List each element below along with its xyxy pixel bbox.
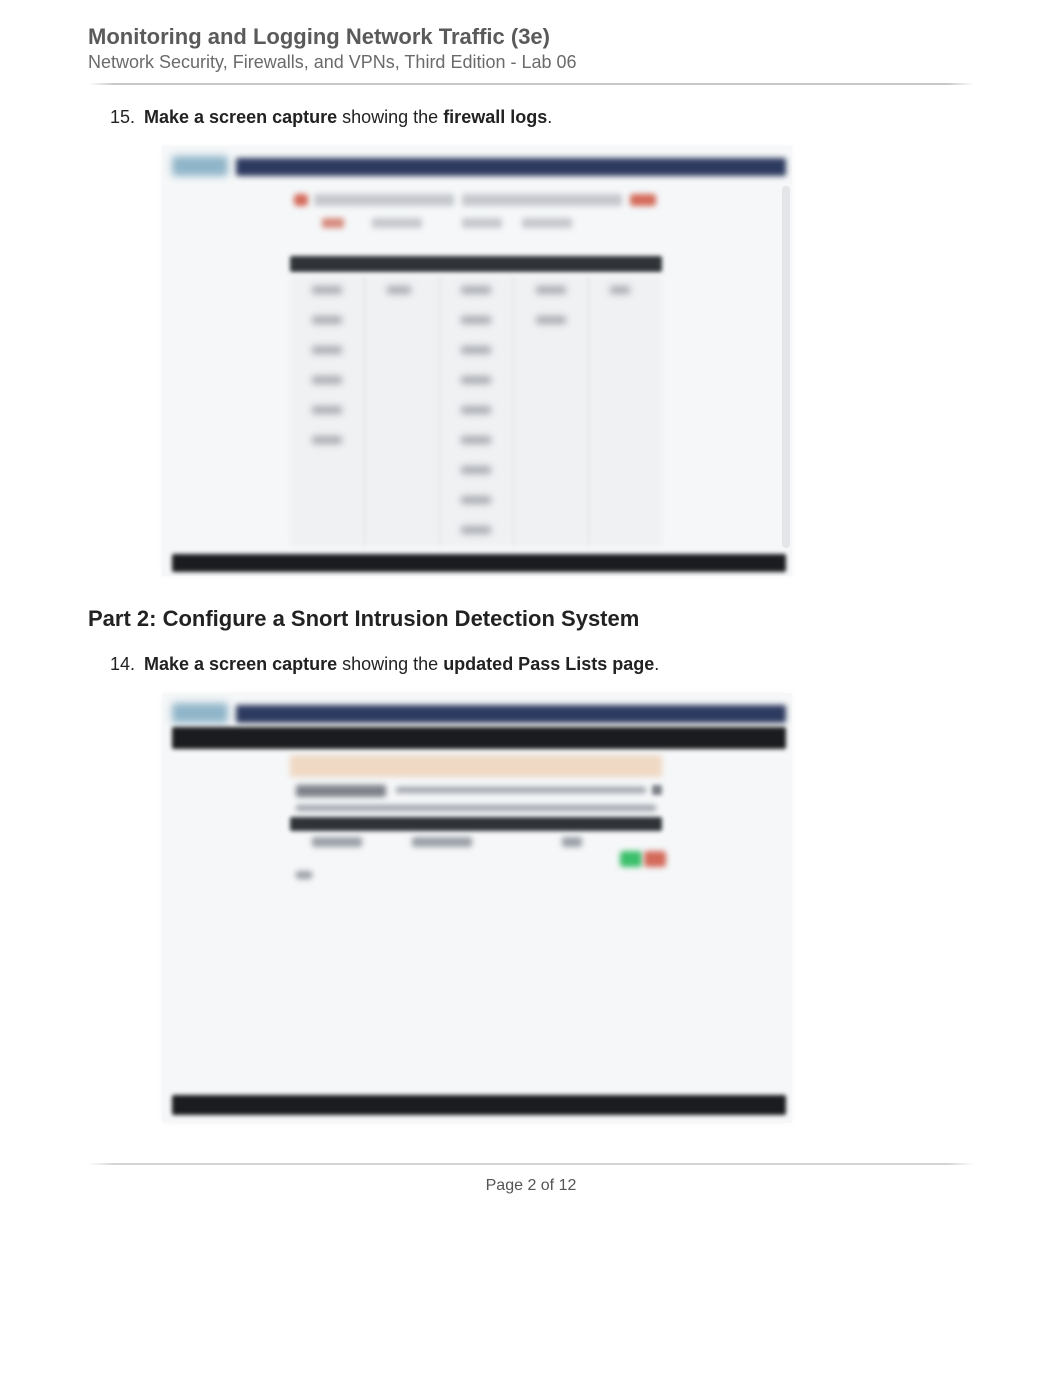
table-header	[290, 256, 662, 272]
blurred-text	[296, 871, 312, 879]
logo-icon	[172, 703, 228, 723]
table-body	[290, 276, 662, 546]
list-item-14: 14. Make a screen capture showing the up…	[88, 654, 974, 675]
table-cell	[312, 837, 362, 847]
red-badge	[294, 194, 308, 206]
bold-text: updated Pass Lists page	[443, 654, 654, 674]
delete-button-icon	[644, 851, 666, 867]
blurred-text	[314, 194, 454, 206]
list-number: 15.	[110, 107, 144, 128]
scrollbar	[782, 186, 790, 548]
footer-bar	[172, 554, 786, 572]
table-header	[290, 817, 662, 831]
nav-bar	[236, 705, 786, 723]
bold-text: Make a screen capture	[144, 107, 337, 127]
plain-text: showing the	[337, 107, 443, 127]
add-button-icon	[620, 851, 642, 867]
close-icon	[652, 785, 662, 795]
blurred-line	[396, 787, 646, 793]
notice-panel	[290, 755, 662, 777]
list-text: Make a screen capture showing the update…	[144, 654, 659, 675]
logo-icon	[172, 156, 228, 176]
screenshot-pass-lists	[162, 693, 792, 1123]
blurred-text	[522, 218, 572, 228]
footer-divider	[88, 1163, 974, 1165]
header-divider	[88, 83, 974, 85]
list-item-15: 15. Make a screen capture showing the fi…	[88, 107, 974, 128]
table-cell	[562, 837, 582, 847]
red-badge	[630, 194, 656, 206]
footer-bar	[172, 1095, 786, 1115]
table-cell	[412, 837, 472, 847]
blurred-text	[462, 194, 622, 206]
dark-row	[172, 727, 786, 749]
blurred-heading	[296, 785, 386, 797]
page-title: Monitoring and Logging Network Traffic (…	[88, 24, 974, 50]
list-number: 14.	[110, 654, 144, 675]
blurred-text	[372, 218, 422, 228]
plain-text: .	[547, 107, 552, 127]
screenshot-firewall-logs	[162, 146, 792, 576]
nav-bar	[236, 158, 786, 176]
section-heading-part2: Part 2: Configure a Snort Intrusion Dete…	[88, 606, 974, 632]
document-page: Monitoring and Logging Network Traffic (…	[0, 24, 1062, 1195]
page-number: Page 2 of 12	[88, 1177, 974, 1195]
bold-text: firewall logs	[443, 107, 547, 127]
list-text: Make a screen capture showing the firewa…	[144, 107, 552, 128]
plain-text: showing the	[337, 654, 443, 674]
blurred-line	[296, 805, 656, 811]
page-subtitle: Network Security, Firewalls, and VPNs, T…	[88, 52, 974, 73]
blurred-text	[322, 218, 344, 228]
bold-text: Make a screen capture	[144, 654, 337, 674]
blurred-text	[462, 218, 502, 228]
plain-text: .	[654, 654, 659, 674]
